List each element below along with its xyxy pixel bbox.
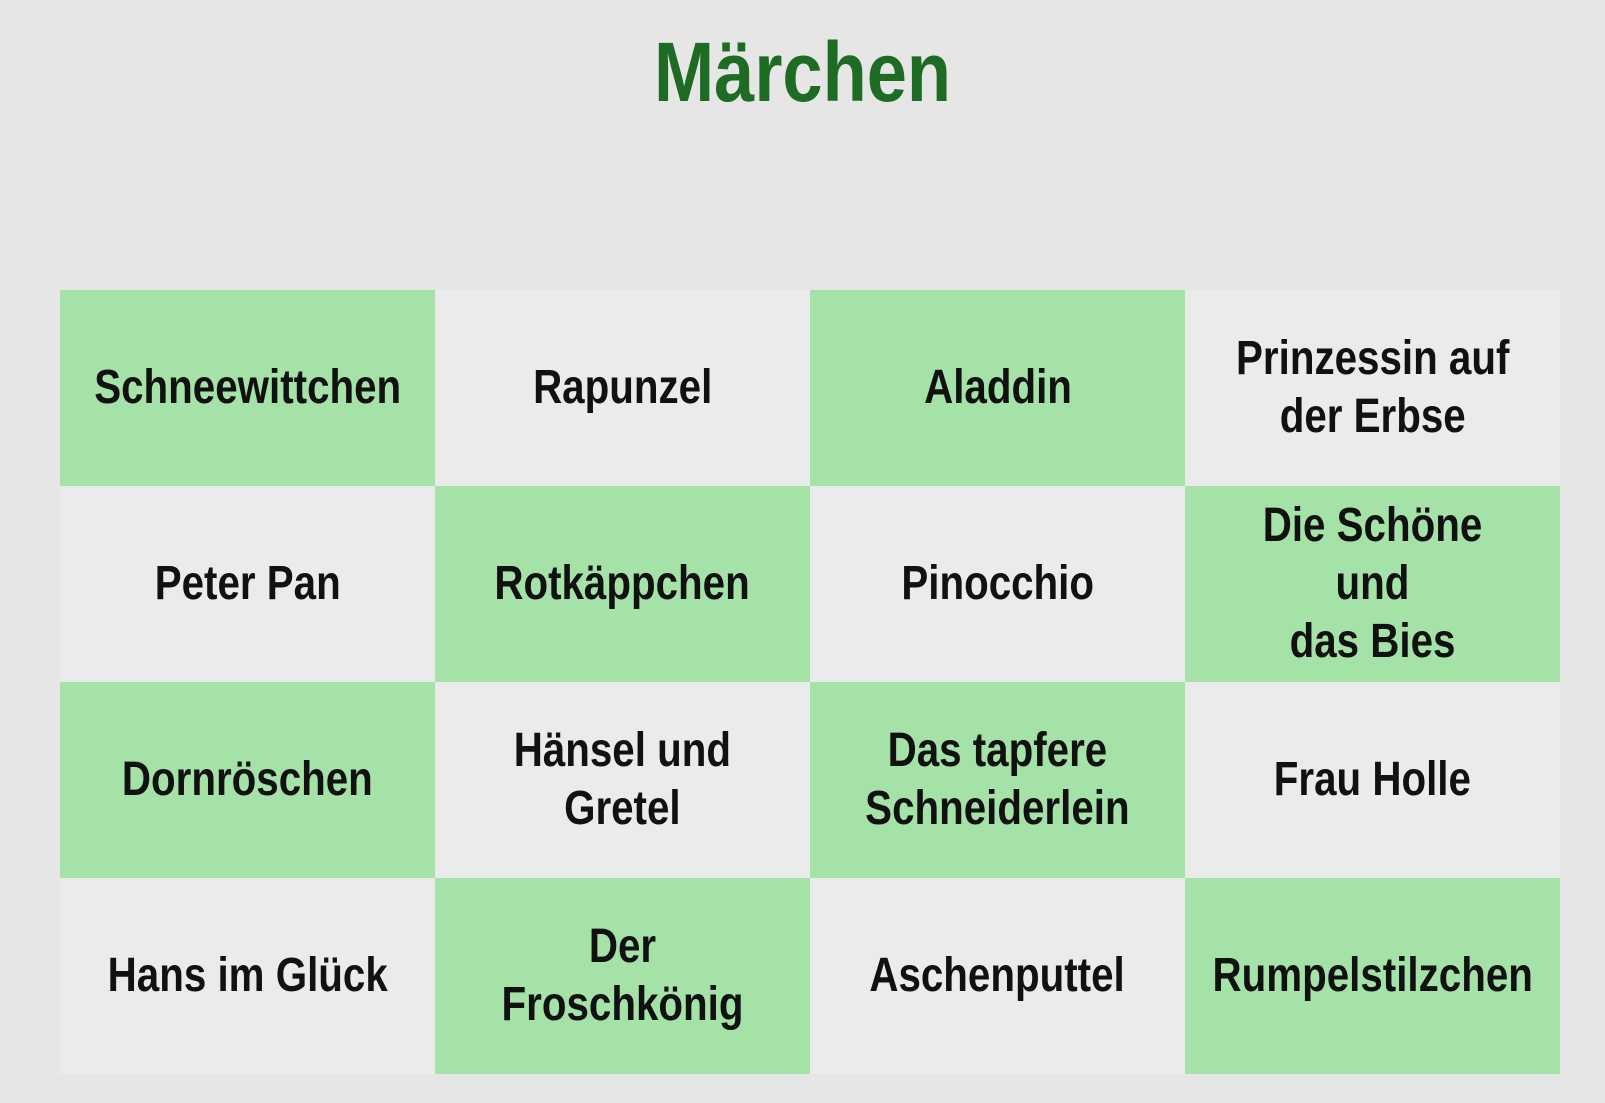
grid-cell: Hans im Glück bbox=[60, 878, 435, 1074]
grid-cell: Pinocchio bbox=[810, 486, 1185, 682]
grid-cell: Schneewittchen bbox=[60, 290, 435, 486]
cell-label: Hans im Glück bbox=[107, 949, 388, 1002]
grid-cell: Aschenputtel bbox=[810, 878, 1185, 1074]
cell-label: Rotkäppchen bbox=[494, 557, 751, 610]
cell-label: Frau Holle bbox=[1273, 753, 1472, 806]
grid-cell: Aladdin bbox=[810, 290, 1185, 486]
grid-cell: Peter Pan bbox=[60, 486, 435, 682]
cell-label: Pinocchio bbox=[901, 557, 1094, 610]
cell-label: Aschenputtel bbox=[869, 949, 1126, 1002]
cell-label: Rumpelstilzchen bbox=[1212, 949, 1533, 1002]
page-title: Märchen bbox=[653, 25, 952, 119]
cell-label: Die Schöne und das Bies bbox=[1262, 499, 1483, 668]
grid-cell: Rumpelstilzchen bbox=[1185, 878, 1560, 1074]
cell-label: Aladdin bbox=[923, 361, 1072, 414]
grid-cell: Hänsel und Gretel bbox=[435, 682, 810, 878]
grid-cell: Frau Holle bbox=[1185, 682, 1560, 878]
grid-cell: Prinzessin auf der Erbse bbox=[1185, 290, 1560, 486]
grid-cell: Die Schöne und das Bies bbox=[1185, 486, 1560, 682]
cell-label: Hänsel und Gretel bbox=[513, 724, 732, 835]
grid-cell: Das tapfere Schneiderlein bbox=[810, 682, 1185, 878]
grid-cell: Der Froschkönig bbox=[435, 878, 810, 1074]
cell-label: Der Froschkönig bbox=[501, 920, 744, 1031]
cell-label: Schneewittchen bbox=[94, 361, 401, 414]
grid-cell: Dornröschen bbox=[60, 682, 435, 878]
fairy-tale-grid: Schneewittchen Rapunzel Aladdin Prinzess… bbox=[60, 290, 1560, 1074]
cell-label: Prinzessin auf der Erbse bbox=[1235, 332, 1510, 443]
grid-cell: Rapunzel bbox=[435, 290, 810, 486]
cell-label: Dornröschen bbox=[122, 753, 373, 806]
cell-label: Das tapfere Schneiderlein bbox=[865, 724, 1130, 835]
cell-label: Rapunzel bbox=[532, 361, 713, 414]
cell-label: Peter Pan bbox=[154, 557, 341, 610]
grid-cell: Rotkäppchen bbox=[435, 486, 810, 682]
